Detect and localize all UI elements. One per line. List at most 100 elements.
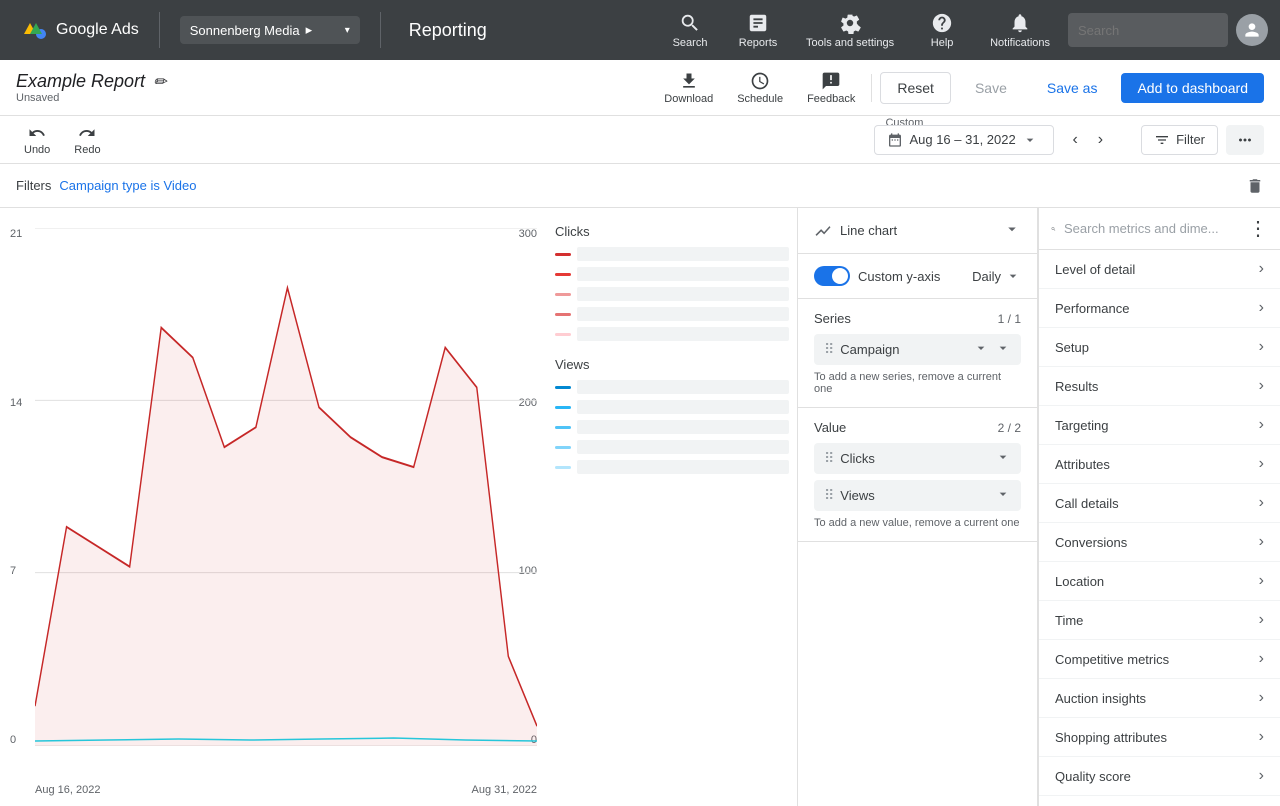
chevron-down-icon: › bbox=[1259, 338, 1264, 356]
views-dropdown-button[interactable] bbox=[995, 486, 1011, 505]
drag-handle-clicks-icon[interactable]: ⠿ bbox=[824, 450, 834, 467]
metric-category-auction-insights[interactable]: Auction insights › bbox=[1039, 679, 1280, 718]
legend-placeholder bbox=[577, 327, 789, 341]
legend-color-1 bbox=[555, 253, 571, 256]
chevron-down-icon: › bbox=[1259, 650, 1264, 668]
save-button[interactable]: Save bbox=[959, 73, 1023, 103]
reports-nav-button[interactable]: Reports bbox=[728, 8, 788, 53]
user-avatar[interactable] bbox=[1236, 14, 1268, 46]
help-label: Help bbox=[931, 37, 954, 49]
account-name: Sonnenberg Media bbox=[190, 23, 300, 38]
value-item-views: ⠿ Views bbox=[814, 480, 1021, 511]
metric-category-location[interactable]: Location › bbox=[1039, 562, 1280, 601]
schedule-button[interactable]: Schedule bbox=[729, 67, 791, 109]
save-as-button[interactable]: Save as bbox=[1031, 73, 1114, 103]
chart-type-label: Line chart bbox=[814, 222, 897, 240]
metrics-panel: ⋮ Level of detail › Performance › Setup … bbox=[1038, 208, 1280, 806]
series-sort-button[interactable] bbox=[973, 340, 989, 359]
metrics-search-input[interactable] bbox=[1064, 221, 1240, 236]
views-legend-items bbox=[555, 380, 789, 474]
secondary-header: Example Report ✏ Unsaved Download Schedu… bbox=[0, 60, 1280, 116]
drag-handle-views-icon[interactable]: ⠿ bbox=[824, 487, 834, 504]
add-dashboard-button[interactable]: Add to dashboard bbox=[1121, 73, 1264, 103]
nav-search-input[interactable] bbox=[1068, 13, 1228, 47]
next-date-button[interactable]: › bbox=[1092, 125, 1109, 155]
drag-handle-icon[interactable]: ⠿ bbox=[824, 341, 834, 358]
prev-date-button[interactable]: ‹ bbox=[1066, 125, 1083, 155]
legend-color-v2 bbox=[555, 406, 571, 409]
legend-placeholder bbox=[577, 380, 789, 394]
chart-svg-container bbox=[35, 228, 537, 746]
frequency-selector[interactable]: Daily bbox=[972, 268, 1021, 284]
chevron-down-icon: › bbox=[1259, 611, 1264, 629]
toolbar: Undo Redo Custom Aug 16 – 31, 2022 ‹ › F… bbox=[0, 116, 1280, 164]
series-more-button[interactable] bbox=[995, 340, 1011, 359]
clicks-dropdown-button[interactable] bbox=[995, 449, 1011, 468]
metric-category-targeting[interactable]: Targeting › bbox=[1039, 406, 1280, 445]
legend-color-v5 bbox=[555, 466, 571, 469]
account-selector[interactable]: Sonnenberg Media ▸ ▾ bbox=[180, 16, 360, 44]
metric-category-competitive-metrics[interactable]: Competitive metrics › bbox=[1039, 640, 1280, 679]
metric-category-quality-score[interactable]: Quality score › bbox=[1039, 757, 1280, 796]
more-options-button[interactable] bbox=[1226, 125, 1264, 155]
chevron-down-icon: › bbox=[1259, 767, 1264, 785]
legend-placeholder bbox=[577, 287, 789, 301]
legend-color-5 bbox=[555, 333, 571, 336]
tools-nav-button[interactable]: Tools and settings bbox=[796, 8, 904, 53]
chevron-down-icon: › bbox=[1259, 416, 1264, 434]
y-axis-toggle-switch[interactable] bbox=[814, 266, 850, 286]
legend-item bbox=[555, 420, 789, 434]
reset-button[interactable]: Reset bbox=[880, 72, 951, 104]
value-item-clicks: ⠿ Clicks bbox=[814, 443, 1021, 474]
legend-item bbox=[555, 460, 789, 474]
legend-item bbox=[555, 400, 789, 414]
metric-category-time[interactable]: Time › bbox=[1039, 601, 1280, 640]
header-actions: Download Schedule Feedback Reset Save Sa… bbox=[656, 67, 1264, 109]
metric-category-setup[interactable]: Setup › bbox=[1039, 328, 1280, 367]
download-button[interactable]: Download bbox=[656, 67, 721, 109]
chevron-down-icon: › bbox=[1259, 533, 1264, 551]
metric-category-results[interactable]: Results › bbox=[1039, 367, 1280, 406]
chart-type-dropdown-button[interactable] bbox=[1003, 220, 1021, 241]
notifications-nav-button[interactable]: Notifications bbox=[980, 8, 1060, 53]
unsaved-label: Unsaved bbox=[16, 92, 644, 104]
legend-placeholder bbox=[577, 400, 789, 414]
date-range-button[interactable]: Aug 16 – 31, 2022 bbox=[874, 125, 1054, 155]
legend-color-4 bbox=[555, 313, 571, 316]
metric-category-bid-simulator[interactable]: Bid simulator › bbox=[1039, 796, 1280, 806]
chevron-down-icon: › bbox=[1259, 728, 1264, 746]
undo-button[interactable]: Undo bbox=[16, 120, 58, 160]
chevron-down-icon: › bbox=[1259, 455, 1264, 473]
search-nav-button[interactable]: Search bbox=[660, 8, 720, 53]
metric-category-shopping-attributes[interactable]: Shopping attributes › bbox=[1039, 718, 1280, 757]
legend-item bbox=[555, 287, 789, 301]
legend-item bbox=[555, 440, 789, 454]
feedback-button[interactable]: Feedback bbox=[799, 67, 863, 109]
redo-button[interactable]: Redo bbox=[66, 120, 108, 160]
metrics-more-button[interactable]: ⋮ bbox=[1248, 216, 1268, 241]
legend-color-v3 bbox=[555, 426, 571, 429]
metric-category-call-details[interactable]: Call details › bbox=[1039, 484, 1280, 523]
filter-button[interactable]: Filter bbox=[1141, 125, 1218, 155]
legend-item bbox=[555, 307, 789, 321]
reporting-title: Reporting bbox=[409, 20, 487, 41]
delete-filter-button[interactable] bbox=[1246, 177, 1264, 195]
metrics-list: Level of detail › Performance › Setup › … bbox=[1039, 250, 1280, 806]
chevron-down-icon: › bbox=[1259, 377, 1264, 395]
metric-category-conversions[interactable]: Conversions › bbox=[1039, 523, 1280, 562]
date-range-container: Custom Aug 16 – 31, 2022 bbox=[874, 125, 1054, 155]
x-axis-labels: Aug 16, 2022 Aug 31, 2022 bbox=[35, 784, 537, 796]
legend-color-v1 bbox=[555, 386, 571, 389]
clicks-legend-items bbox=[555, 247, 789, 341]
legend-placeholder bbox=[577, 440, 789, 454]
help-nav-button[interactable]: Help bbox=[912, 8, 972, 53]
metric-category-performance[interactable]: Performance › bbox=[1039, 289, 1280, 328]
edit-title-icon[interactable]: ✏ bbox=[153, 72, 166, 92]
metric-category-attributes[interactable]: Attributes › bbox=[1039, 445, 1280, 484]
legend-placeholder bbox=[577, 247, 789, 261]
y-axis-toggle-row: Custom y-axis Daily bbox=[798, 254, 1037, 299]
active-filter[interactable]: Campaign type is Video bbox=[59, 178, 196, 193]
report-title: Example Report ✏ bbox=[16, 71, 644, 92]
metric-category-level-of-detail[interactable]: Level of detail › bbox=[1039, 250, 1280, 289]
google-ads-logo: Google Ads bbox=[20, 16, 139, 44]
